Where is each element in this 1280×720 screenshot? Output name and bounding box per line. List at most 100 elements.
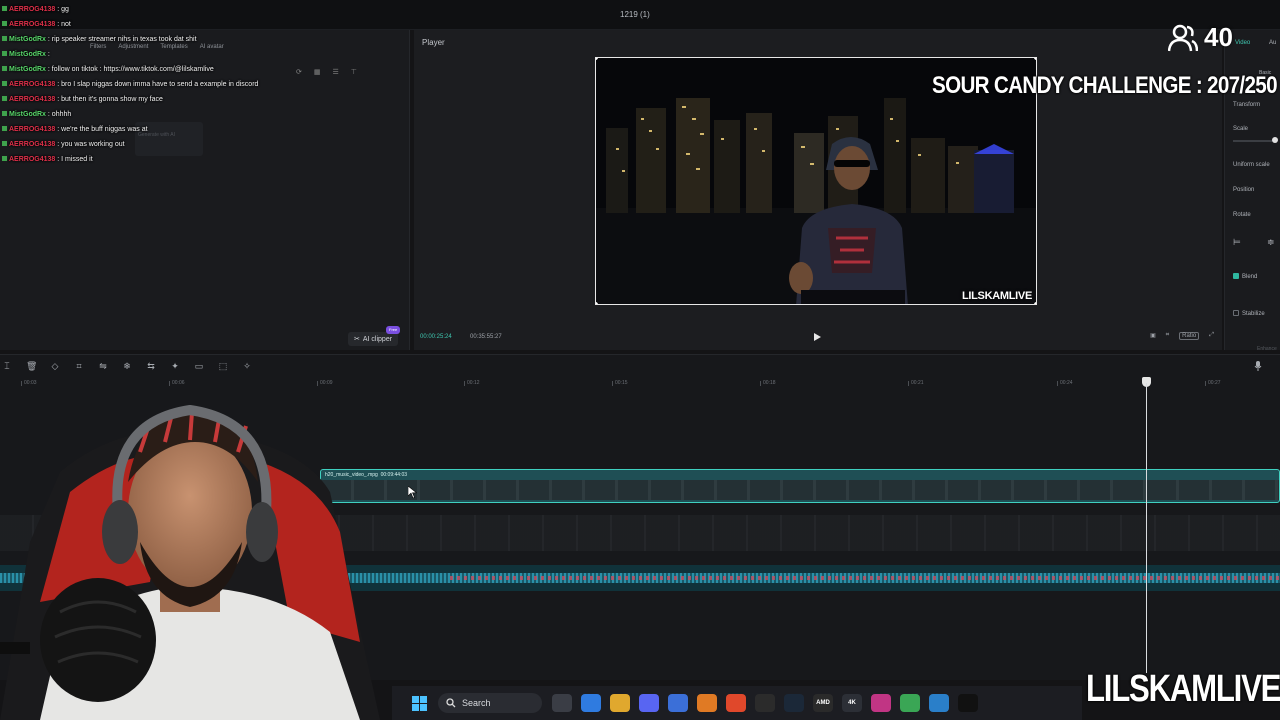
tab-video[interactable]: Video [1235, 40, 1250, 46]
chat-overlay: AERROG4138 : gg AERROG4138 : not MistGodRx… [2, 2, 282, 167]
window-title: 1219 (1) [620, 10, 650, 19]
resize-handle-tr[interactable] [1034, 58, 1036, 60]
layers-app-icon[interactable] [900, 694, 920, 712]
ai-clipper-button[interactable]: ✂ AI clipper [348, 332, 399, 346]
crop-icon[interactable]: ⌗ [1166, 332, 1169, 340]
tick-label: 00:15 [612, 380, 628, 386]
resize-handle-bl[interactable] [596, 302, 598, 304]
chat-text: I missed it [61, 156, 93, 163]
blend-toggle[interactable]: Blend [1233, 273, 1257, 280]
crop-icon[interactable]: ⌗ [74, 361, 84, 371]
refresh-icon[interactable]: ⟳ [296, 68, 302, 76]
align-center-icon[interactable]: ≑ [1267, 237, 1275, 248]
chat-username: AERROG4138 [9, 81, 56, 88]
chat-text: gg [61, 6, 69, 13]
search-icon [446, 698, 456, 708]
challenge-banner: SOUR CANDY CHALLENGE : 207/250 [932, 72, 1278, 99]
copilot-app-icon[interactable] [581, 694, 601, 712]
reverse-icon[interactable]: ⇆ [146, 361, 156, 371]
tick-label: 00:12 [464, 380, 480, 386]
chat-message: AERROG4138 : you was working out [2, 137, 282, 152]
clip-thumbnails [321, 480, 1279, 500]
chat-message: MistGodRx : rip speaker streamer nihs in… [2, 32, 282, 47]
chat-badge-icon [2, 51, 7, 56]
store-app-icon[interactable] [668, 694, 688, 712]
chat-text: you was working out [61, 141, 125, 148]
chat-badge-icon [2, 81, 7, 86]
taskbar-apps: AMD 4K [552, 694, 978, 712]
chat-badge-icon [2, 66, 7, 71]
free-badge: Free [386, 326, 401, 334]
viewers-icon [1168, 24, 1198, 51]
files-app-icon[interactable] [610, 694, 630, 712]
transform-heading: Transform [1233, 102, 1261, 108]
instagram-app-icon[interactable] [871, 694, 891, 712]
widgets-app-icon[interactable] [552, 694, 572, 712]
chat-separator: : [45, 51, 50, 58]
align-left-icon[interactable]: ⊨ [1233, 237, 1241, 248]
chat-text: but then it's gonna show my face [61, 96, 163, 103]
position-label: Position [1233, 187, 1255, 193]
chrome-app-icon[interactable] [755, 694, 775, 712]
uniform-scale-label: Uniform scale [1233, 162, 1270, 168]
taskbar-search[interactable]: Search [438, 693, 542, 713]
tab-audio[interactable]: Au [1269, 40, 1276, 46]
mirror-icon[interactable]: ⇋ [98, 361, 108, 371]
chat-username: AERROG4138 [9, 126, 56, 133]
stabilize-label: Stabilize [1242, 311, 1265, 317]
chat-username: AERROG4138 [9, 21, 56, 28]
chat-username: AERROG4138 [9, 96, 56, 103]
chat-text: follow on tiktok : https://www.tiktok.co… [51, 66, 214, 73]
chat-badge-icon [2, 111, 7, 116]
media-toolbar: ⟳ ▦ ☰ ⊤ [296, 68, 357, 76]
list-sort-icon[interactable]: ☰ [333, 68, 339, 76]
scale-slider-knob[interactable] [1272, 137, 1278, 143]
amd-app-icon[interactable]: AMD [813, 694, 833, 712]
chat-text: bro I slap niggas down imma have to send… [61, 81, 259, 88]
chat-badge-icon [2, 141, 7, 146]
magic-icon[interactable]: ✦ [170, 361, 180, 371]
chat-text: not [61, 21, 71, 28]
enhance-label: Enhance [1257, 346, 1277, 352]
scale-label: Scale [1233, 126, 1249, 132]
capcut-app-icon[interactable] [958, 694, 978, 712]
ratio-button[interactable]: Ratio [1179, 332, 1200, 340]
chat-text: ohhhh [51, 111, 72, 118]
fl-app-icon[interactable] [697, 694, 717, 712]
chat-username: AERROG4138 [9, 6, 56, 13]
windows-start-icon[interactable] [412, 696, 427, 711]
chat-username: MistGodRx [9, 111, 46, 118]
timeline-toolbar: ⌶ 🗑 ◇ ⌗ ⇋ ❄ ⇆ ✦ ▭ ⬚ ✧ [0, 361, 252, 371]
delete-icon[interactable]: 🗑 [26, 361, 37, 371]
auto-reframe-icon[interactable]: ⬚ [218, 361, 228, 371]
split-icon[interactable]: ⌶ [2, 361, 12, 371]
steam-app-icon[interactable] [784, 694, 804, 712]
main-video-clip[interactable]: h20_music_video_.mpg 00:09:44:03 [320, 469, 1280, 503]
chat-message: MistGodRx : follow on tiktok : https://w… [2, 62, 282, 77]
resize-handle-br[interactable] [1034, 302, 1036, 304]
grid-view-icon[interactable]: ▦ [314, 68, 321, 76]
taskbar: Search AMD 4K [392, 686, 1082, 720]
marker-icon[interactable]: ◇ [50, 361, 60, 371]
discord-app-icon[interactable] [639, 694, 659, 712]
caption-icon[interactable]: ▭ [194, 361, 204, 371]
chat-message: AERROG4138 : bro I slap niggas down imma… [2, 77, 282, 92]
playhead[interactable] [1146, 383, 1147, 673]
4k-app-icon[interactable]: 4K [842, 694, 862, 712]
freeze-icon[interactable]: ❄ [122, 361, 132, 371]
microphone-icon[interactable] [1254, 361, 1262, 371]
tick-label: 00:21 [908, 380, 924, 386]
chat-username: AERROG4138 [9, 156, 56, 163]
filter-icon[interactable]: ⊤ [351, 68, 357, 76]
chat-text: we're the buff niggas was at [61, 126, 148, 133]
notepad-app-icon[interactable] [929, 694, 949, 712]
ai-clipper-label: AI clipper [362, 335, 393, 343]
fullscreen-icon[interactable]: ⤢ [1209, 332, 1214, 340]
full-quality-icon[interactable]: ▣ [1150, 332, 1156, 340]
play-icon[interactable] [812, 332, 822, 342]
brave-app-icon[interactable] [726, 694, 746, 712]
scale-slider[interactable] [1233, 140, 1273, 142]
stabilize-toggle[interactable]: Stabilize [1233, 310, 1265, 317]
chat-message: AERROG4138 : gg [2, 2, 282, 17]
effects-icon[interactable]: ✧ [242, 361, 252, 371]
